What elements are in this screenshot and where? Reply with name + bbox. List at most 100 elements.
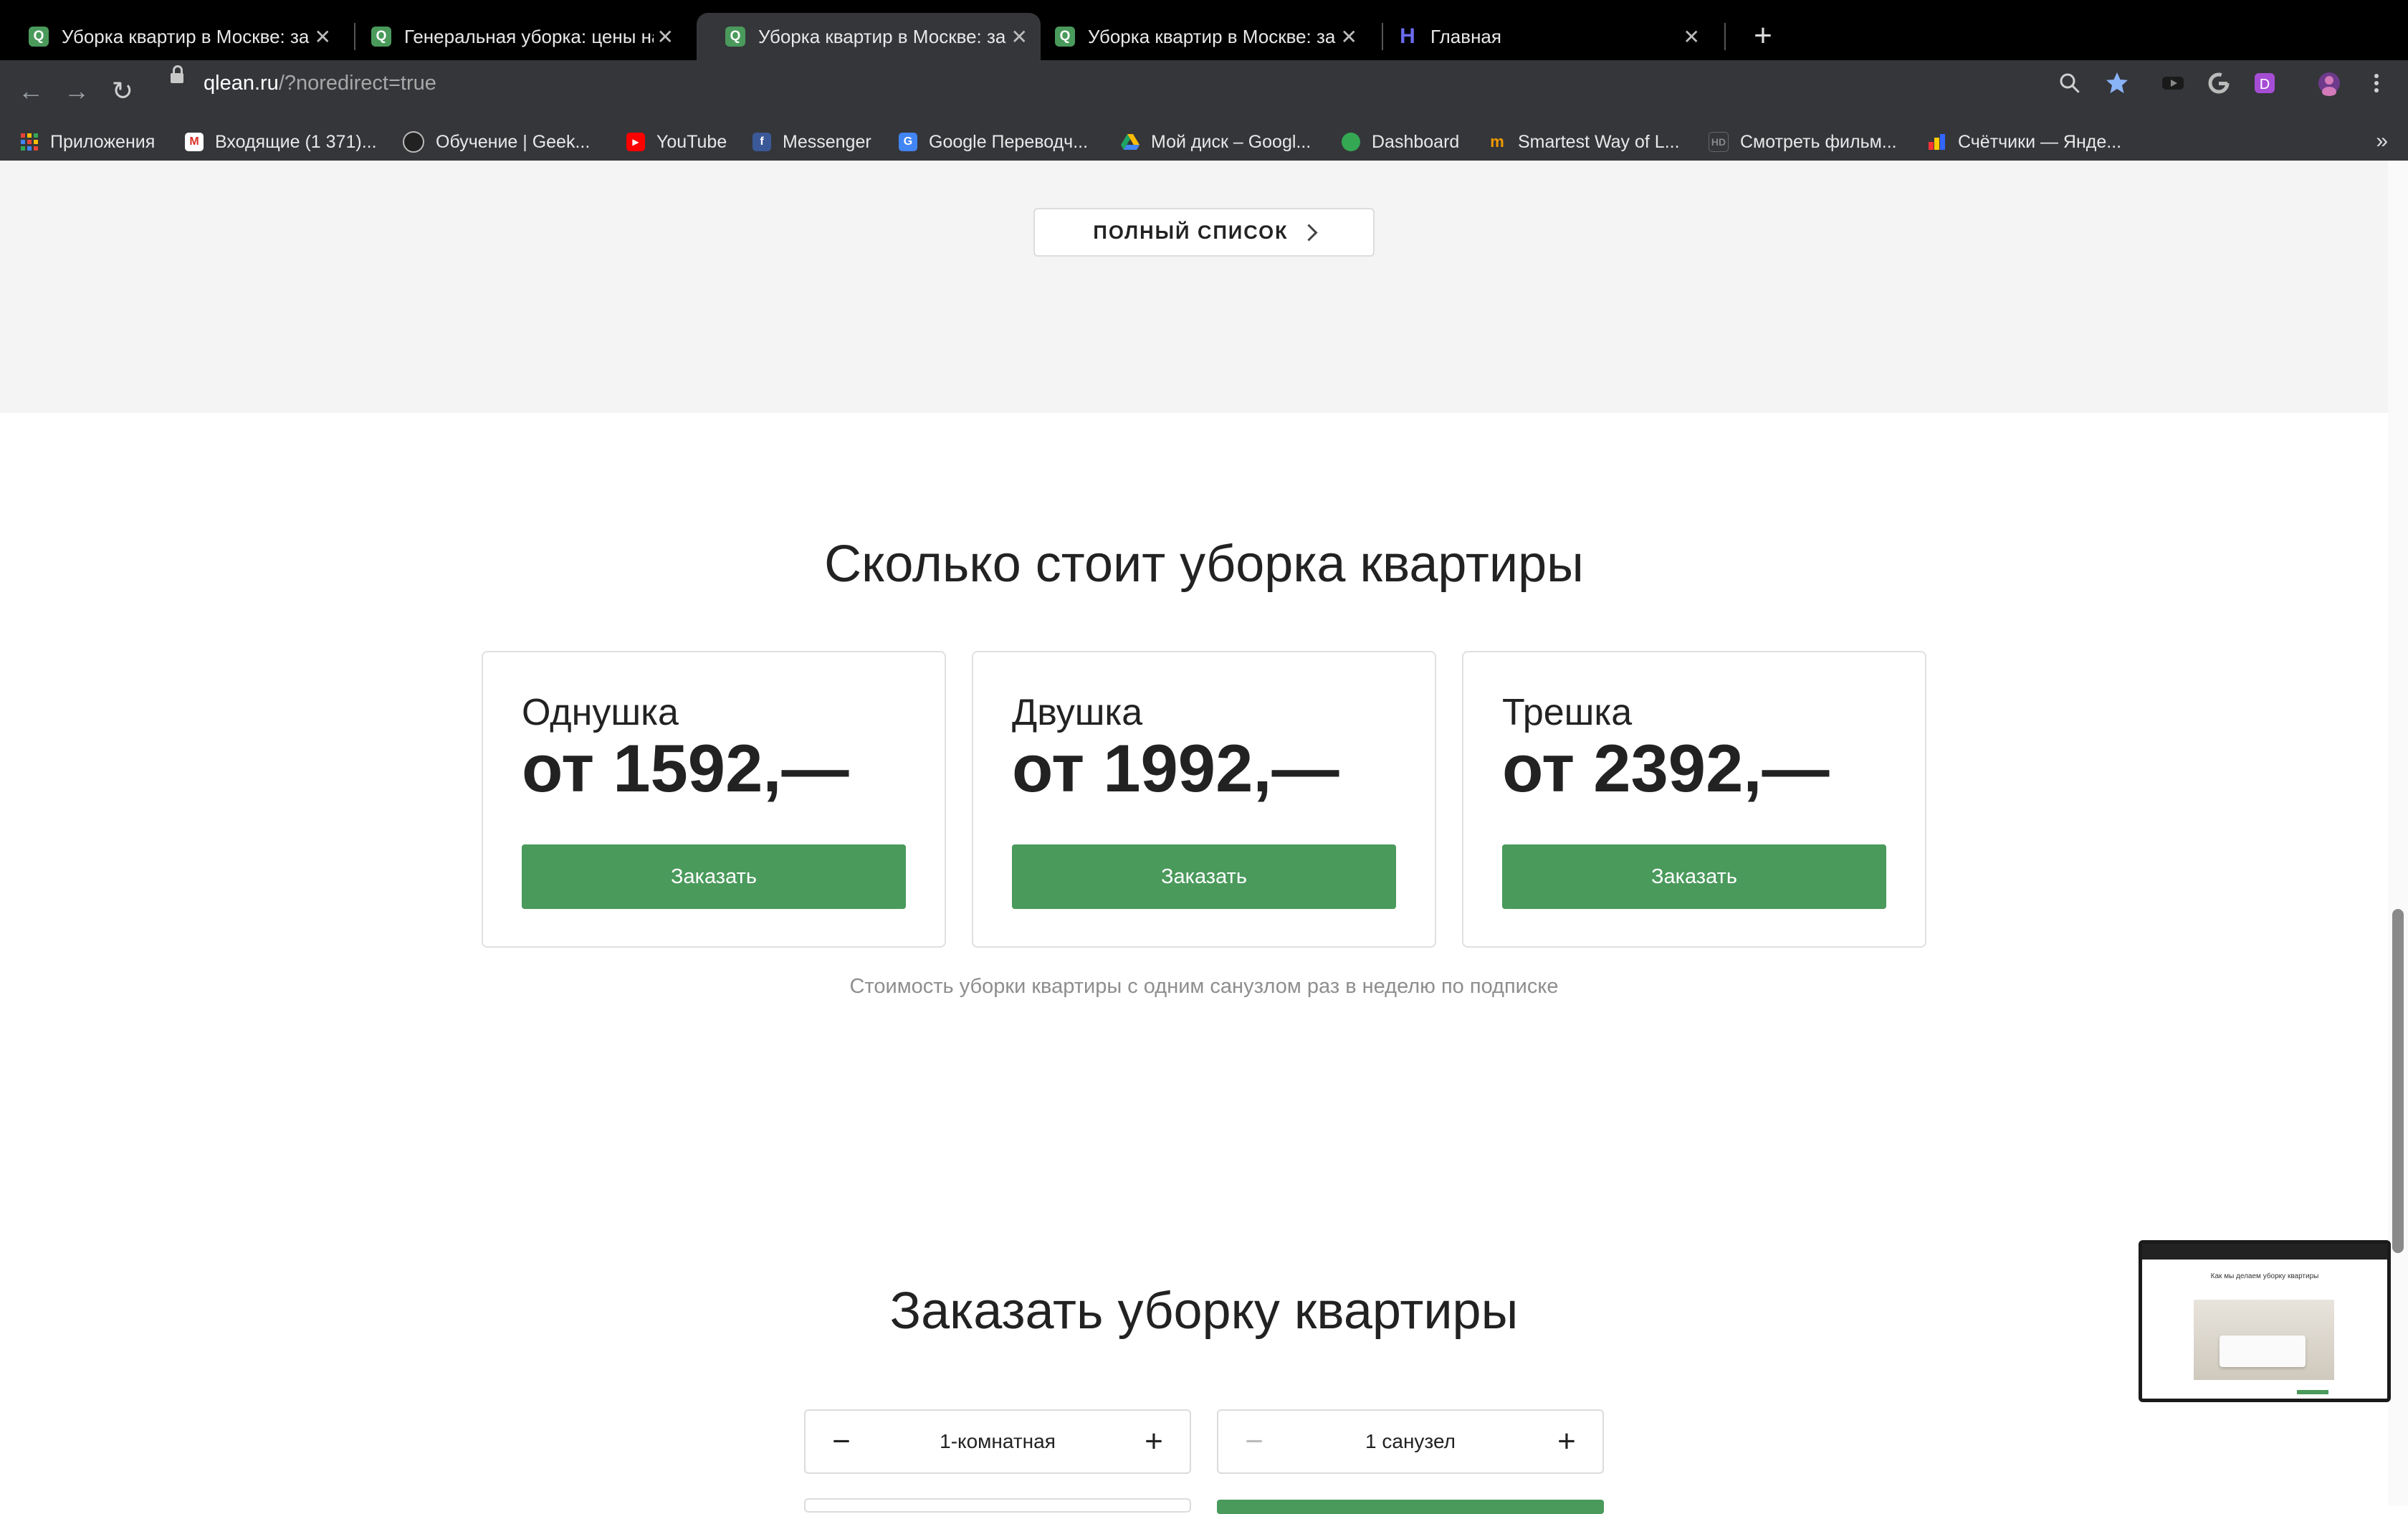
bookmark-smartest-way[interactable]: m Smartest Way of L... bbox=[1488, 130, 1680, 153]
bathrooms-plus-button[interactable]: + bbox=[1545, 1421, 1588, 1464]
bookmark-label: Messenger bbox=[783, 131, 871, 152]
bookmark-hd-movies[interactable]: HD Смотреть фильм... bbox=[1709, 130, 1897, 153]
google-extension-icon[interactable] bbox=[2206, 70, 2232, 96]
bookmark-apps[interactable]: Приложения bbox=[20, 130, 155, 153]
qlean-favicon-icon: Q bbox=[725, 27, 745, 47]
bookmarks-bar: Приложения M Входящие (1 371)... Обучени… bbox=[0, 122, 2408, 161]
bathrooms-stepper: − 1 санузел + bbox=[1217, 1409, 1604, 1474]
gmail-icon: M bbox=[185, 133, 204, 151]
qlean-favicon-icon: Q bbox=[29, 27, 49, 47]
scrollbar-thumb[interactable] bbox=[2392, 909, 2404, 1253]
tab-title: Уборка квартир в Москве: за bbox=[62, 25, 310, 47]
browser-tab[interactable]: Q Уборка квартир в Москве: за ✕ bbox=[0, 13, 344, 60]
date-field[interactable] bbox=[804, 1498, 1191, 1513]
back-button[interactable]: ← bbox=[11, 72, 50, 110]
price-card-name: Трешка bbox=[1502, 692, 1633, 733]
chevron-right-icon bbox=[1300, 223, 1318, 242]
bookmark-messenger[interactable]: f Messenger bbox=[752, 130, 871, 153]
bookmark-google-translate[interactable]: G Google Переводч... bbox=[899, 130, 1088, 153]
bookmark-label: Обучение | Geek... bbox=[436, 131, 591, 152]
services-section-background bbox=[0, 161, 2408, 413]
bookmark-google-drive[interactable]: Мой диск – Googl... bbox=[1121, 130, 1311, 153]
preview-browser-bar bbox=[2142, 1244, 2387, 1260]
close-icon[interactable]: ✕ bbox=[1683, 25, 1700, 49]
browser-tab-strip: Q Уборка квартир в Москве: за ✕ Q Генера… bbox=[0, 0, 2408, 60]
rooms-plus-button[interactable]: + bbox=[1132, 1421, 1175, 1464]
bookmark-gmail[interactable]: M Входящие (1 371)... bbox=[185, 130, 377, 153]
bookmark-label: Google Переводч... bbox=[929, 131, 1089, 152]
close-icon[interactable]: ✕ bbox=[657, 25, 674, 49]
d-extension-icon[interactable]: D bbox=[2252, 70, 2278, 96]
apps-grid-icon bbox=[20, 133, 39, 151]
bathrooms-value: 1 санузел bbox=[1365, 1430, 1456, 1452]
full-list-label: ПОЛНЫЙ СПИСОК bbox=[1093, 221, 1289, 243]
qlean-favicon-icon: Q bbox=[1055, 27, 1075, 47]
haf-favicon-icon: H bbox=[1400, 24, 1415, 48]
close-icon[interactable]: ✕ bbox=[315, 25, 331, 49]
bookmark-label: Входящие (1 371)... bbox=[215, 131, 377, 152]
bookmark-dashboard[interactable]: Dashboard bbox=[1342, 130, 1459, 153]
new-tab-button[interactable]: + bbox=[1744, 17, 1782, 54]
price-card-price: от 2392,— bbox=[1502, 730, 1830, 806]
browser-menu-icon[interactable] bbox=[2364, 70, 2389, 96]
profile-avatar-icon[interactable] bbox=[2316, 70, 2342, 96]
tab-title: Генеральная уборка: цены на bbox=[404, 25, 654, 47]
address-bar[interactable]: qlean.ru/?noredirect=true bbox=[204, 72, 436, 95]
browser-tab-active[interactable]: Q Уборка квартир в Москве: за ✕ bbox=[697, 13, 1041, 60]
browser-tab[interactable]: Q Уборка квартир в Москве: за ✕ bbox=[1026, 13, 1370, 60]
window-preview-thumbnail[interactable]: Как мы делаем уборку квартиры bbox=[2139, 1240, 2391, 1402]
order-button[interactable]: Заказать bbox=[1012, 844, 1396, 909]
price-card-two-room: Двушка от 1992,— Заказать bbox=[972, 651, 1436, 948]
bookmark-label: Смотреть фильм... bbox=[1740, 131, 1897, 152]
qlean-favicon-icon: Q bbox=[371, 27, 391, 47]
hd-icon: HD bbox=[1709, 132, 1729, 152]
bookmarks-overflow-button[interactable]: » bbox=[2376, 122, 2388, 161]
bookmark-youtube[interactable]: ▶ YouTube bbox=[626, 130, 727, 153]
bookmark-label: Мой диск – Googl... bbox=[1151, 131, 1312, 152]
bookmark-yandex-metrica[interactable]: Счётчики — Янде... bbox=[1928, 130, 2121, 153]
google-drive-icon bbox=[1121, 133, 1140, 151]
youtube-extension-icon[interactable] bbox=[2160, 70, 2186, 96]
bookmark-geekbrains[interactable]: Обучение | Geek... bbox=[403, 130, 590, 153]
youtube-icon: ▶ bbox=[626, 133, 645, 151]
submit-order-button[interactable] bbox=[1217, 1500, 1604, 1514]
zoom-icon[interactable] bbox=[2057, 70, 2083, 96]
geekbrains-icon bbox=[403, 131, 424, 153]
scrollbar-track[interactable] bbox=[2388, 161, 2408, 1505]
browser-tab[interactable]: H Главная ✕ bbox=[1369, 13, 1713, 60]
pricing-title: Сколько стоит уборка квартиры bbox=[824, 535, 1584, 593]
close-icon[interactable]: ✕ bbox=[1011, 25, 1028, 49]
reload-button[interactable]: ↻ bbox=[103, 72, 142, 110]
google-translate-icon: G bbox=[899, 133, 917, 151]
forward-button[interactable]: → bbox=[57, 72, 96, 110]
bookmark-star-icon[interactable] bbox=[2104, 70, 2130, 96]
smartest-way-icon: m bbox=[1490, 133, 1504, 151]
preview-title: Как мы делаем уборку квартиры bbox=[2210, 1272, 2319, 1280]
svg-text:D: D bbox=[2260, 77, 2270, 92]
full-list-button[interactable]: ПОЛНЫЙ СПИСОК bbox=[1033, 208, 1375, 257]
bookmark-label: Smartest Way of L... bbox=[1518, 131, 1680, 152]
rooms-value: 1-комнатная bbox=[940, 1430, 1056, 1452]
close-icon[interactable]: ✕ bbox=[1341, 25, 1357, 49]
order-button[interactable]: Заказать bbox=[1502, 844, 1886, 909]
preview-button bbox=[2297, 1390, 2328, 1394]
preview-bed-image bbox=[2220, 1336, 2306, 1367]
tab-title: Уборка квартир в Москве: за bbox=[758, 25, 1006, 47]
lock-icon[interactable] bbox=[171, 65, 183, 83]
order-title: Заказать уборку квартиры bbox=[889, 1282, 1519, 1340]
bookmark-label: Приложения bbox=[50, 131, 156, 152]
tab-title: Главная bbox=[1430, 25, 1501, 47]
bookmark-label: Счётчики — Янде... bbox=[1958, 131, 2122, 152]
order-button[interactable]: Заказать bbox=[522, 844, 906, 909]
price-card-one-room: Однушка от 1592,— Заказать bbox=[482, 651, 946, 948]
price-card-name: Двушка bbox=[1012, 692, 1143, 733]
yandex-metrica-icon bbox=[1928, 133, 1946, 151]
price-card-three-room: Трешка от 2392,— Заказать bbox=[1462, 651, 1926, 948]
bookmark-label: YouTube bbox=[656, 131, 727, 152]
pricing-note: Стоимость уборки квартиры с одним санузл… bbox=[849, 975, 1559, 998]
facebook-icon: f bbox=[752, 133, 771, 151]
rooms-stepper: − 1-комнатная + bbox=[804, 1409, 1191, 1474]
url-path: /?noredirect=true bbox=[278, 72, 436, 95]
bookmark-label: Dashboard bbox=[1372, 131, 1460, 152]
browser-tab[interactable]: Q Генеральная уборка: цены на ✕ bbox=[343, 13, 687, 60]
